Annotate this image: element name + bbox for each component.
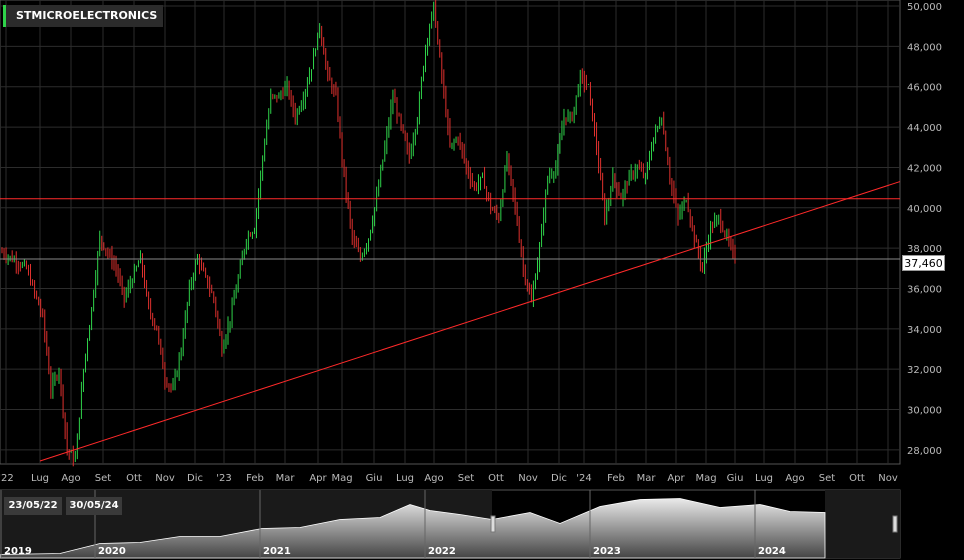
y-tick-label: 46,000 (907, 83, 942, 94)
y-tick-label: 38,000 (907, 244, 942, 255)
x-tick-label: Dic (187, 473, 203, 484)
x-tick-label: Ott (849, 473, 865, 484)
x-tick-label: Lug (396, 473, 414, 484)
navigator-year-label: 2020 (98, 546, 126, 557)
x-tick-label: Mar (276, 473, 296, 484)
x-tick-label: Nov (155, 473, 175, 484)
y-tick-label: 40,000 (907, 204, 942, 215)
plot-area (0, 0, 901, 465)
x-tick-label: Ago (785, 473, 804, 484)
price-chart[interactable]: 50,000 48,000 46,000 44,000 42,000 40,000 38,0… (0, 0, 964, 560)
last-price-tag: 37,460 (902, 255, 945, 271)
x-tick-label: Apr (309, 473, 327, 484)
instrument-label: STMICROELECTRONICS (3, 5, 163, 27)
x-tick-label: Nov (518, 473, 538, 484)
x-tick-label: Apr (667, 473, 685, 484)
x-tick-label: Set (95, 473, 112, 484)
x-tick-label: Giu (366, 473, 383, 484)
navigator-year-label: 2024 (758, 546, 786, 557)
x-tick-label: Ago (424, 473, 443, 484)
x-tick-label: Set (819, 473, 836, 484)
navigator-year-label: 2019 (4, 546, 32, 557)
x-tick-label: Ott (488, 473, 504, 484)
x-tick-label: Feb (607, 473, 625, 484)
x-tick-label: '23 (216, 473, 231, 484)
x-tick-label: Ott (126, 473, 142, 484)
x-tick-label: Lug (31, 473, 49, 484)
navigator-year-label: 2023 (593, 546, 621, 557)
x-tick-label: Ago (61, 473, 80, 484)
y-tick-label: 48,000 (907, 42, 942, 53)
y-tick-label: 44,000 (907, 123, 942, 134)
navigator-right-shade (825, 490, 900, 558)
x-tick-label: Giu (727, 473, 744, 484)
range-end-box[interactable]: 30/05/24 (66, 497, 122, 515)
y-tick-label: 42,000 (907, 163, 942, 174)
y-tick-label: 32,000 (907, 365, 942, 376)
range-start-box[interactable]: 23/05/22 (4, 497, 62, 515)
x-tick-label: Mar (637, 473, 657, 484)
x-tick-label: Feb (246, 473, 264, 484)
x-tick-label: Nov (878, 473, 898, 484)
y-tick-label: 34,000 (907, 325, 942, 336)
y-tick-label: 50,000 (907, 2, 942, 13)
x-tick-label: Mag (695, 473, 716, 484)
x-tick-label: Mag (331, 473, 352, 484)
y-tick-label: 30,000 (907, 406, 942, 417)
y-tick-label: 36,000 (907, 284, 942, 295)
y-tick-label: 28,000 (907, 446, 942, 457)
navigator-right-handle (892, 515, 898, 533)
navigator-left-handle (490, 515, 496, 533)
x-tick-label: Set (458, 473, 475, 484)
x-tick-label: '24 (576, 473, 591, 484)
x-tick-label: Lug (755, 473, 773, 484)
navigator-year-label: 2022 (428, 546, 456, 557)
instrument-name: STMICROELECTRONICS (16, 9, 158, 22)
navigator-year-label: 2021 (263, 546, 291, 557)
x-tick-label: '22 (0, 473, 14, 484)
x-tick-label: Dic (551, 473, 567, 484)
